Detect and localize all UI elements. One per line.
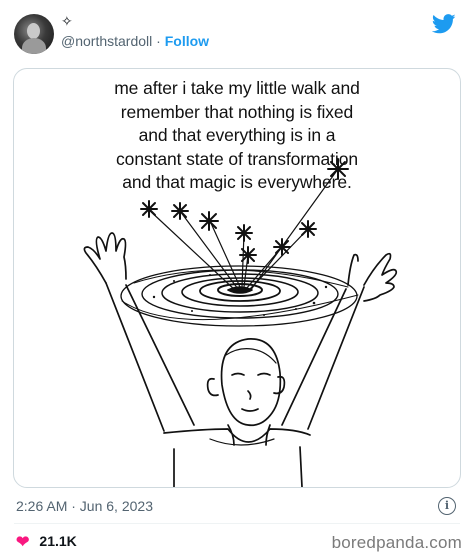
like-count: 21.1K <box>39 533 77 549</box>
meme-caption: me after i take my little walk and remem… <box>114 78 360 192</box>
user-handle[interactable]: @northstardoll <box>61 33 152 49</box>
twitter-bird-icon[interactable] <box>432 14 456 34</box>
raised-arms <box>83 232 398 432</box>
galaxy-drawing <box>120 265 359 327</box>
watermark: boredpanda.com <box>331 533 462 552</box>
tweet-timestamp[interactable]: 2:26 AM · Jun 6, 2023 <box>16 498 153 514</box>
handle-row: @northstardoll · Follow <box>61 33 209 49</box>
info-icon[interactable]: i <box>438 497 456 515</box>
separator-dot: · <box>156 33 161 49</box>
avatar[interactable] <box>14 14 54 54</box>
like-button[interactable]: ❤ 21.1K <box>16 532 77 552</box>
display-name[interactable]: ✧ <box>61 13 73 30</box>
heart-icon[interactable]: ❤ <box>16 534 29 551</box>
divider <box>14 523 460 524</box>
follow-button[interactable]: Follow <box>165 33 209 49</box>
tweet-media[interactable]: me after i take my little walk and remem… <box>13 68 461 488</box>
